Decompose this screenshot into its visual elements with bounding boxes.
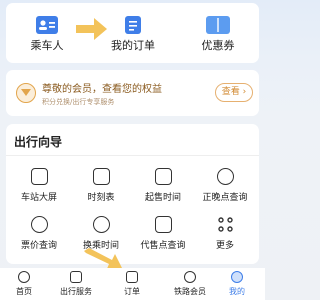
tab-label: 出行服务	[60, 287, 92, 296]
profile-icon	[231, 271, 243, 283]
quick-action-label: 乘车人	[30, 39, 64, 52]
tab-profile[interactable]: 我的	[207, 271, 267, 297]
member-subtitle: 积分兑换/出行专享服务	[42, 98, 115, 106]
guide-item-label: 时刻表	[87, 193, 115, 203]
member-benefits-card[interactable]: 尊敬的会员，查看您的权益 积分兑换/出行专享服务 查看 ›	[6, 70, 259, 116]
guide-item-timetable[interactable]: 时刻表	[70, 168, 132, 203]
guide-item-sale-time[interactable]: 起售时间	[132, 168, 194, 203]
tab-orders[interactable]: 订单	[102, 271, 162, 297]
quick-action-coupons[interactable]: 优惠券	[183, 16, 253, 52]
annotation-arrow-right-icon	[76, 18, 107, 40]
travel-guide-card: 出行向导 车站大屏 时刻表 起售时间 正晚点查询 票价查询 换乘时间 代售点查询…	[6, 124, 259, 264]
clock-icon	[216, 168, 234, 185]
guide-item-more[interactable]: 更多	[194, 216, 256, 251]
more-icon	[217, 216, 234, 233]
home-train-icon	[18, 271, 30, 283]
guide-item-label: 更多	[215, 241, 234, 251]
tab-travel-service[interactable]: 出行服务	[46, 271, 106, 297]
order-icon	[126, 271, 138, 283]
divider	[6, 155, 259, 156]
chevron-right-icon: ›	[239, 87, 247, 97]
guide-item-delay-query[interactable]: 正晚点查询	[194, 168, 256, 203]
agency-icon	[154, 216, 172, 233]
guide-item-label: 代售点查询	[140, 241, 186, 251]
tab-label: 订单	[124, 287, 140, 296]
diamond-icon	[184, 271, 196, 283]
sale-calendar-icon	[154, 168, 172, 185]
luggage-icon	[70, 271, 82, 283]
crown-icon	[16, 83, 36, 103]
passenger-card-icon	[36, 16, 58, 34]
guide-item-label: 正晚点查询	[202, 193, 248, 203]
quick-action-label: 我的订单	[111, 39, 155, 52]
bottom-tab-bar: 首页 出行服务 订单 铁路会员 我的	[0, 268, 265, 300]
guide-item-transfer-time[interactable]: 换乘时间	[70, 216, 132, 251]
guide-item-label: 票价查询	[20, 241, 57, 251]
transfer-icon	[92, 216, 110, 233]
tab-label: 我的	[229, 287, 245, 296]
timetable-icon	[92, 168, 110, 185]
guide-item-agency-query[interactable]: 代售点查询	[132, 216, 194, 251]
guide-item-label: 车站大屏	[20, 193, 57, 203]
member-title: 尊敬的会员，查看您的权益	[42, 84, 162, 95]
quick-action-passengers[interactable]: 乘车人	[12, 16, 82, 52]
quick-action-label: 优惠券	[201, 39, 235, 52]
section-title: 出行向导	[14, 135, 63, 149]
view-benefits-button[interactable]: 查看 ›	[215, 83, 253, 102]
coupon-icon	[206, 16, 230, 34]
fare-icon	[30, 216, 48, 233]
station-screen-icon	[30, 168, 48, 185]
quick-action-my-orders[interactable]: 我的订单	[98, 16, 168, 52]
order-list-icon	[125, 16, 141, 34]
guide-item-station-screen[interactable]: 车站大屏	[8, 168, 70, 203]
guide-item-fare-query[interactable]: 票价查询	[8, 216, 70, 251]
view-button-label: 查看	[221, 87, 240, 97]
guide-item-label: 起售时间	[144, 193, 181, 203]
quick-actions-card: 乘车人 我的订单 优惠券	[6, 3, 259, 63]
